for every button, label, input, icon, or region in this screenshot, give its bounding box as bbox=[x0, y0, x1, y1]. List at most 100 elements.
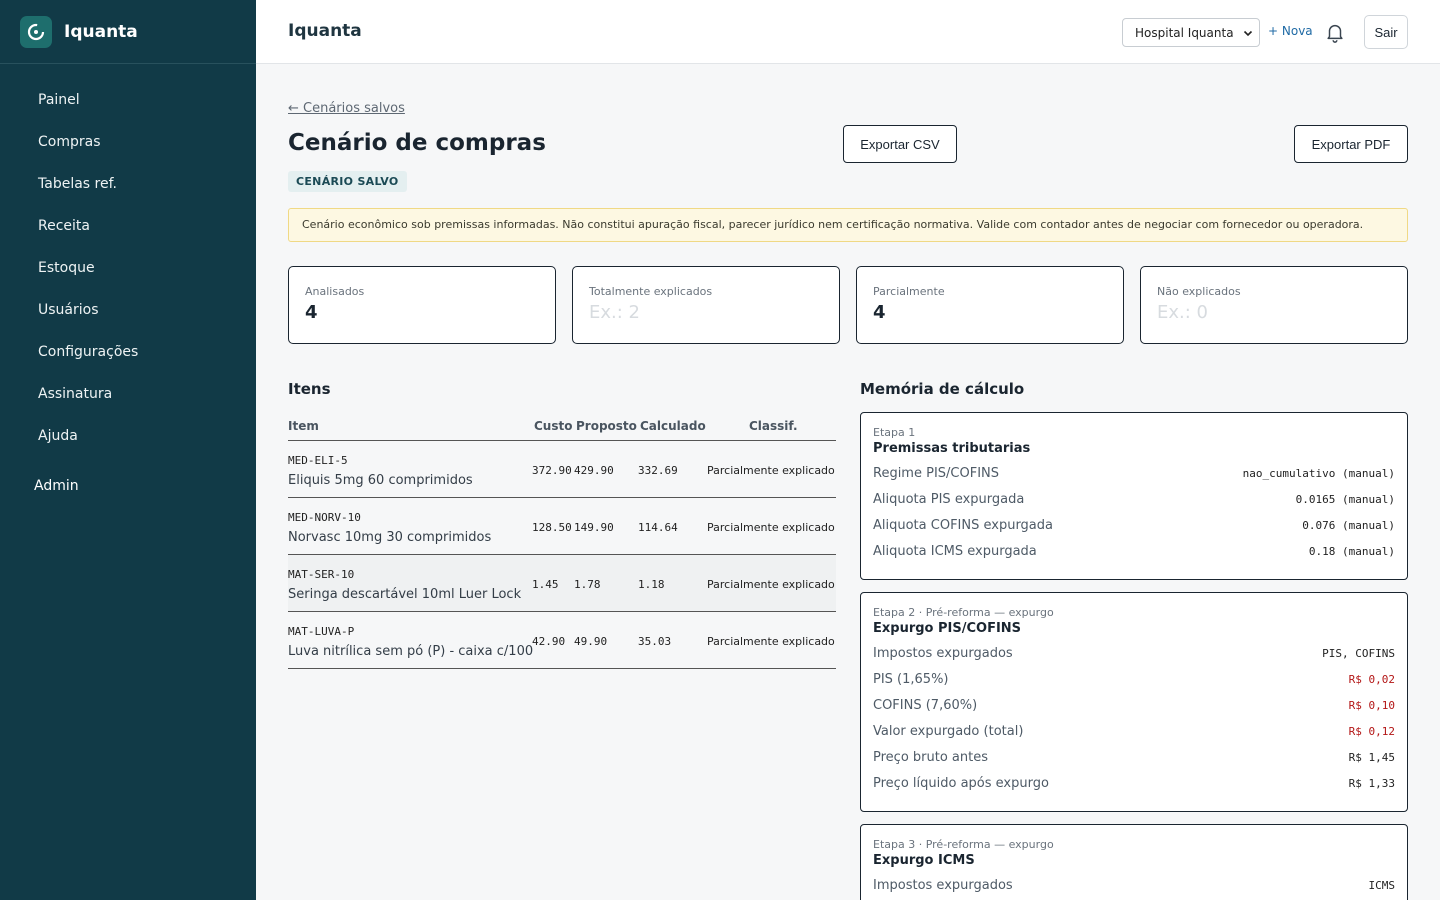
item-proposto: 429.90 bbox=[574, 464, 614, 477]
summary-card-parcialmente: Parcialmente 4 bbox=[856, 266, 1124, 344]
calc-value: 0.076 (manual) bbox=[1302, 519, 1395, 532]
item-calculado: 35.03 bbox=[638, 635, 672, 648]
export-pdf-button[interactable]: Exportar PDF bbox=[1294, 125, 1408, 163]
item-calculado: 1.18 bbox=[638, 578, 665, 591]
new-hospital-link[interactable]: + Nova bbox=[1268, 24, 1313, 38]
calc-value: ICMS bbox=[1368, 879, 1396, 892]
item-custo: 1.45 bbox=[532, 578, 559, 591]
item-code: MED-ELI-5 bbox=[288, 454, 348, 467]
calc-key: Impostos expurgados bbox=[873, 646, 1013, 661]
stage-title: Expurgo ICMS bbox=[873, 853, 975, 868]
item-name: Seringa descartável 10ml Luer Lock bbox=[288, 587, 522, 602]
export-csv-button[interactable]: Exportar CSV bbox=[843, 125, 957, 163]
table-row[interactable]: MAT-LUVA-P Luva nitrílica sem pó (P) - c… bbox=[288, 612, 836, 669]
calc-row: Preço líquido após expurgo R$ 1,33 bbox=[873, 770, 1395, 796]
summary-card-nao-explicados: Não explicados Ex.: 0 bbox=[1140, 266, 1408, 344]
topbar: Iquanta Hospital Iquanta + Nova Sair bbox=[256, 0, 1440, 64]
item-proposto: 49.90 bbox=[574, 635, 608, 648]
stage-values: Regime PIS/COFINS nao_cumulativo (manual)… bbox=[873, 460, 1395, 564]
brand[interactable]: Iquanta bbox=[0, 0, 256, 64]
disclaimer-banner: Cenário econômico sob premissas informad… bbox=[288, 208, 1408, 242]
calc-row: Regime PIS/COFINS nao_cumulativo (manual) bbox=[873, 460, 1395, 486]
stage-values: Impostos expurgados PIS, COFINS PIS (1,65… bbox=[873, 640, 1395, 796]
item-classif: Parcialmente explicado bbox=[707, 578, 835, 591]
column-header-classif[interactable]: Classif. bbox=[749, 419, 798, 433]
table-row[interactable]: MED-NORV-10 Norvasc 10mg 30 comprimidos … bbox=[288, 498, 836, 555]
summary-card-label: Não explicados bbox=[1157, 285, 1241, 298]
chevron-down-icon bbox=[1243, 30, 1253, 36]
stage-title: Expurgo PIS/COFINS bbox=[873, 621, 1022, 636]
calc-stage-2: Etapa 2 · Pré-reforma — expurgo Expurgo … bbox=[860, 592, 1408, 812]
calc-key: Aliquota PIS expurgada bbox=[873, 492, 1025, 507]
iquanta-logo-icon bbox=[20, 15, 52, 48]
bell-icon[interactable] bbox=[1324, 21, 1346, 43]
sidebar-item-painel[interactable]: Painel bbox=[0, 79, 256, 121]
calc-key: Valor expurgado (total) bbox=[873, 724, 1024, 739]
item-name: Luva nitrílica sem pó (P) - caixa c/100 bbox=[288, 644, 534, 659]
table-row[interactable]: MED-ELI-5 Eliquis 5mg 60 comprimidos 372… bbox=[288, 441, 836, 498]
summary-card-value: Ex.: 0 bbox=[1157, 302, 1208, 323]
page-header-title: Iquanta bbox=[288, 21, 362, 41]
sidebar-item-admin[interactable]: Admin bbox=[0, 465, 256, 507]
calc-key: Preço líquido após expurgo bbox=[873, 776, 1049, 791]
summary-card-label: Parcialmente bbox=[873, 285, 945, 298]
column-header-custo[interactable]: Custo bbox=[534, 419, 572, 433]
item-custo: 128.50 bbox=[532, 521, 572, 534]
summary-card-value: 4 bbox=[873, 302, 886, 323]
calc-key: Aliquota COFINS expurgada bbox=[873, 518, 1053, 533]
item-code: MAT-LUVA-P bbox=[288, 625, 355, 638]
sidebar-item-usuarios[interactable]: Usuários bbox=[0, 289, 256, 331]
sidebar-nav: Painel Compras Tabelas ref. Receita Esto… bbox=[0, 64, 256, 507]
calc-value: R$ 0,12 bbox=[1348, 725, 1395, 738]
item-calculado: 114.64 bbox=[638, 521, 678, 534]
column-header-item[interactable]: Item bbox=[288, 419, 319, 433]
sidebar-item-receita[interactable]: Receita bbox=[0, 205, 256, 247]
stage-label: Etapa 3 · Pré-reforma — expurgo bbox=[873, 838, 1054, 851]
sidebar-item-configuracoes[interactable]: Configurações bbox=[0, 331, 256, 373]
stage-label: Etapa 2 · Pré-reforma — expurgo bbox=[873, 606, 1054, 619]
stage-title: Premissas tributarias bbox=[873, 441, 1031, 456]
sidebar-item-ajuda[interactable]: Ajuda bbox=[0, 415, 256, 457]
calc-key: PIS (1,65%) bbox=[873, 672, 949, 687]
stage-values: Impostos expurgados ICMS bbox=[873, 872, 1395, 898]
item-classif: Parcialmente explicado bbox=[707, 464, 835, 477]
calc-stage-3: Etapa 3 · Pré-reforma — expurgo Expurgo … bbox=[860, 824, 1408, 900]
table-row[interactable]: MAT-SER-10 Seringa descartável 10ml Luer… bbox=[288, 555, 836, 612]
summary-card-label: Analisados bbox=[305, 285, 365, 298]
calc-value: PIS, COFINS bbox=[1322, 647, 1395, 660]
calc-row: Preço bruto antes R$ 1,45 bbox=[873, 744, 1395, 770]
sidebar-item-tabelas-ref[interactable]: Tabelas ref. bbox=[0, 163, 256, 205]
sidebar-item-assinatura[interactable]: Assinatura bbox=[0, 373, 256, 415]
calc-row: Aliquota PIS expurgada 0.0165 (manual) bbox=[873, 486, 1395, 512]
column-header-proposto[interactable]: Proposto bbox=[576, 419, 637, 433]
hospital-select[interactable]: Hospital Iquanta bbox=[1122, 18, 1260, 47]
item-custo: 42.90 bbox=[532, 635, 566, 648]
calc-key: Regime PIS/COFINS bbox=[873, 466, 1000, 481]
item-code: MED-NORV-10 bbox=[288, 511, 361, 524]
summary-card-value: Ex.: 2 bbox=[589, 302, 640, 323]
logout-button[interactable]: Sair bbox=[1364, 15, 1408, 49]
table-header: Item Custo Proposto Calculado Classif. bbox=[288, 412, 836, 441]
status-badge: CENÁRIO SALVO bbox=[288, 171, 407, 192]
calc-value: R$ 0,02 bbox=[1348, 673, 1395, 686]
memory-section-title: Memória de cálculo bbox=[860, 380, 1025, 398]
calc-key: Impostos expurgados bbox=[873, 878, 1013, 893]
item-code: MAT-SER-10 bbox=[288, 568, 355, 581]
stage-label: Etapa 1 bbox=[873, 426, 916, 439]
column-header-calculado[interactable]: Calculado bbox=[640, 419, 706, 433]
items-section-title: Itens bbox=[288, 380, 331, 398]
sidebar-item-compras[interactable]: Compras bbox=[0, 121, 256, 163]
sidebar-item-estoque[interactable]: Estoque bbox=[0, 247, 256, 289]
item-classif: Parcialmente explicado bbox=[707, 521, 835, 534]
item-classif: Parcialmente explicado bbox=[707, 635, 835, 648]
calc-value: R$ 0,10 bbox=[1348, 699, 1395, 712]
calc-row: Impostos expurgados PIS, COFINS bbox=[873, 640, 1395, 666]
calc-row: Aliquota ICMS expurgada 0.18 (manual) bbox=[873, 538, 1395, 564]
item-name: Eliquis 5mg 60 comprimidos bbox=[288, 473, 473, 488]
calc-value: 0.0165 (manual) bbox=[1295, 493, 1395, 506]
calc-value: 0.18 (manual) bbox=[1308, 545, 1395, 558]
calc-value: R$ 1,45 bbox=[1348, 751, 1395, 764]
back-to-saved-scenarios-link[interactable]: ← Cenários salvos bbox=[288, 101, 405, 116]
brand-name: Iquanta bbox=[64, 21, 138, 42]
calc-key: Aliquota ICMS expurgada bbox=[873, 544, 1037, 559]
